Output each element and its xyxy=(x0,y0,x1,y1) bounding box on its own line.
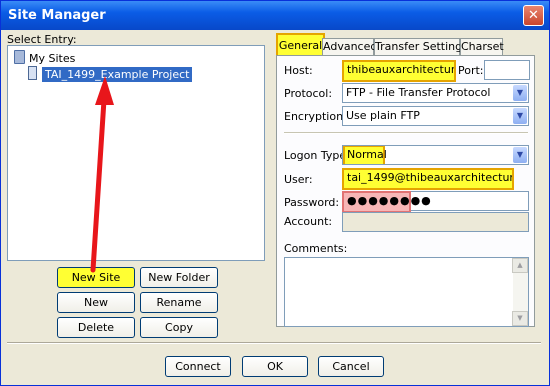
comments-scrollbar[interactable]: ▲ ▼ xyxy=(512,258,528,326)
host-input[interactable]: thibeauxarchitecture.com xyxy=(342,60,456,82)
window-title: Site Manager xyxy=(8,8,106,23)
red-arrow-annotation xyxy=(90,76,114,273)
chevron-down-icon[interactable]: ▼ xyxy=(513,147,527,163)
close-icon: ✕ xyxy=(528,8,539,23)
delete-button[interactable]: Delete xyxy=(57,317,135,338)
site-tree[interactable]: My Sites TAI_1499_Example Project xyxy=(7,45,265,261)
folder-icon xyxy=(14,50,25,64)
logon-type-label: Logon Type: xyxy=(284,149,350,162)
new-folder-button[interactable]: New Folder xyxy=(140,267,218,288)
protocol-label: Protocol: xyxy=(284,87,333,100)
user-label: User: xyxy=(284,173,313,186)
encryption-select[interactable]: Use plain FTP ▼ xyxy=(342,106,529,126)
comments-label: Comments: xyxy=(284,242,348,255)
tab-advanced[interactable]: Advanced xyxy=(322,38,377,55)
port-input[interactable] xyxy=(484,60,530,80)
tab-charset[interactable]: Charset xyxy=(460,38,504,55)
logon-type-value: Normal xyxy=(343,146,387,164)
port-label: Port: xyxy=(458,64,484,77)
cancel-button[interactable]: Cancel xyxy=(318,356,384,377)
host-label: Host: xyxy=(284,64,313,77)
footer-divider xyxy=(7,342,541,344)
comments-textarea[interactable]: ▲ ▼ xyxy=(284,257,529,327)
password-input[interactable]: ●●●●●●●● xyxy=(342,191,431,213)
encryption-value: Use plain FTP xyxy=(346,109,420,122)
tab-transfer-settings[interactable]: Transfer Settings xyxy=(374,38,468,55)
encryption-label: Encryption: xyxy=(284,110,347,123)
chevron-down-icon[interactable]: ▼ xyxy=(513,85,527,101)
divider xyxy=(284,132,528,134)
user-input[interactable]: tai_1499@thibeauxarchitecture.com xyxy=(342,168,514,190)
chevron-down-icon[interactable]: ▼ xyxy=(513,108,527,124)
ok-button[interactable]: OK xyxy=(242,356,308,377)
new-bookmark-button[interactable]: New Bookmark xyxy=(57,292,135,328)
title-bar[interactable]: Site Manager ✕ xyxy=(1,1,549,30)
tab-general[interactable]: General xyxy=(276,33,325,57)
rename-button[interactable]: Rename xyxy=(140,292,218,313)
account-input xyxy=(342,212,529,232)
copy-button[interactable]: Copy xyxy=(140,317,218,338)
protocol-select[interactable]: FTP - File Transfer Protocol ▼ xyxy=(342,83,529,103)
protocol-value: FTP - File Transfer Protocol xyxy=(346,86,491,99)
account-label: Account: xyxy=(284,215,333,228)
scroll-down-icon[interactable]: ▼ xyxy=(512,311,528,326)
connect-button[interactable]: Connect xyxy=(165,356,231,377)
tree-item-my-sites[interactable]: My Sites xyxy=(14,50,75,65)
close-button[interactable]: ✕ xyxy=(523,5,544,26)
password-label: Password: xyxy=(284,196,340,209)
tree-root-label: My Sites xyxy=(29,52,76,65)
logon-type-select[interactable]: Normal ▼ xyxy=(342,145,529,165)
scroll-up-icon[interactable]: ▲ xyxy=(512,258,528,273)
site-icon xyxy=(28,66,37,80)
